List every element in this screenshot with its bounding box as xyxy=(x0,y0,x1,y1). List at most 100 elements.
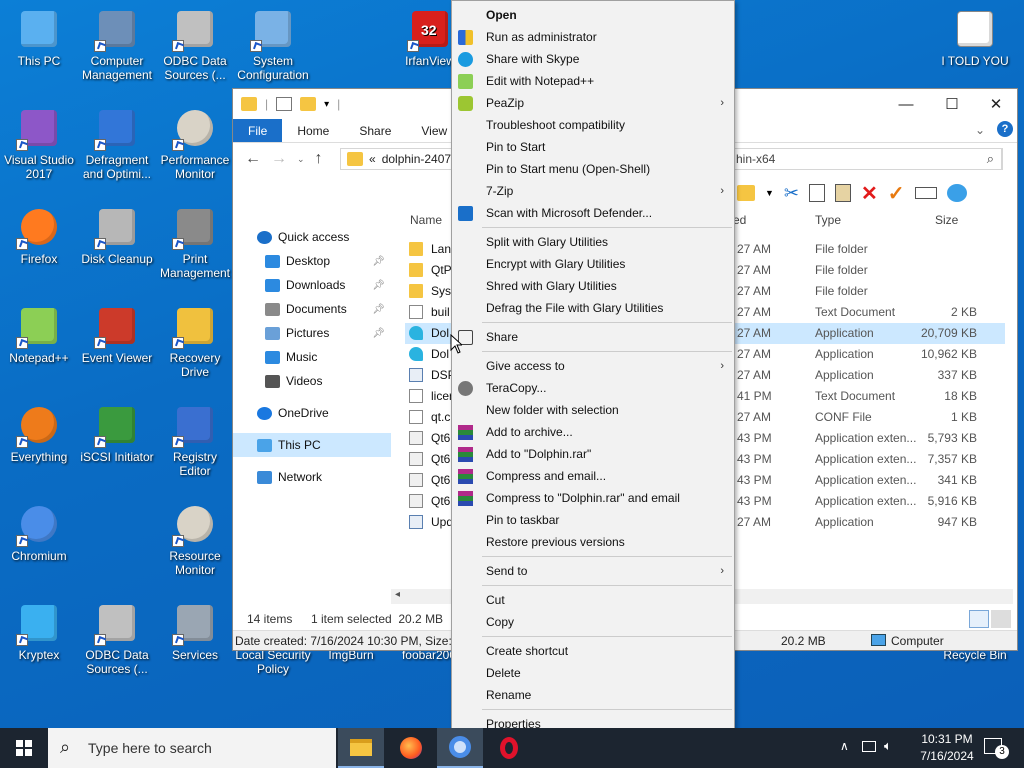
column-name[interactable]: Name xyxy=(410,213,442,227)
desktop-icon-pc[interactable]: This PC xyxy=(0,8,78,68)
minimize-button[interactable]: — xyxy=(883,89,929,119)
menu-item-restore-previous-versions[interactable]: Restore previous versions xyxy=(452,531,734,553)
desktop-icon-resource-monitor[interactable]: Resource Monitor xyxy=(156,503,234,577)
shell-icon[interactable] xyxy=(946,184,967,202)
desktop-icon-notepadpp[interactable]: Notepad++ xyxy=(0,305,78,365)
menu-item-encrypt-with-glary-utilities[interactable]: Encrypt with Glary Utilities xyxy=(452,253,734,275)
desktop-icon-visual-studio[interactable]: Visual Studio 2017 xyxy=(0,107,78,181)
menu-item-add-to-dolphin-rar[interactable]: Add to "Dolphin.rar" xyxy=(452,443,734,465)
desktop-icon-chromium[interactable]: Chromium xyxy=(0,503,78,563)
tab-home[interactable]: Home xyxy=(282,119,344,142)
menu-item-shred-with-glary-utilities[interactable]: Shred with Glary Utilities xyxy=(452,275,734,297)
menu-item-run-as-administrator[interactable]: Run as administrator xyxy=(452,26,734,48)
menu-item-new-folder-with-selection[interactable]: New folder with selection xyxy=(452,399,734,421)
column-type[interactable]: Type xyxy=(815,213,841,227)
delete-icon[interactable]: ✕ xyxy=(861,181,878,206)
menu-item-troubleshoot-compatibility[interactable]: Troubleshoot compatibility xyxy=(452,114,734,136)
pin-icon[interactable]: 📌︎ xyxy=(372,280,385,291)
nav-item-downloads[interactable]: Downloads 📌︎ xyxy=(233,273,391,297)
menu-item-send-to[interactable]: Send to › xyxy=(452,560,734,582)
taskbar-firefox[interactable] xyxy=(388,728,434,768)
nav-item-quick-access[interactable]: Quick access xyxy=(233,225,391,249)
menu-item-delete[interactable]: Delete xyxy=(452,662,734,684)
desktop-icon-firefox[interactable]: Firefox xyxy=(0,206,78,266)
pin-icon[interactable]: 📌︎ xyxy=(372,256,385,267)
tab-share[interactable]: Share xyxy=(344,119,406,142)
view-details-icon[interactable] xyxy=(969,610,989,628)
close-button[interactable]: ✕ xyxy=(973,89,1019,119)
desktop-icon-print-management[interactable]: Print Management xyxy=(156,206,234,280)
nav-item-music[interactable]: Music xyxy=(233,345,391,369)
menu-item-open[interactable]: Open xyxy=(452,4,734,26)
view-large-icons-icon[interactable] xyxy=(991,610,1011,628)
desktop-icon-disk-cleanup[interactable]: Disk Cleanup xyxy=(78,206,156,266)
menu-item-split-with-glary-utilities[interactable]: Split with Glary Utilities xyxy=(452,231,734,253)
desktop-icon-recovery-drive[interactable]: Recovery Drive xyxy=(156,305,234,379)
menu-item-defrag-the-file-with-glary-utilities[interactable]: Defrag the File with Glary Utilities xyxy=(452,297,734,319)
tray-chevron-icon[interactable]: ∧ xyxy=(840,739,849,753)
desktop-icon-computer-management[interactable]: Computer Management xyxy=(78,8,156,82)
pin-icon[interactable]: 📌︎ xyxy=(372,304,385,315)
menu-item-peazip[interactable]: PeaZip › xyxy=(452,92,734,114)
desktop-icon-odbc[interactable]: ODBC Data Sources (... xyxy=(78,602,156,676)
menu-item-create-shortcut[interactable]: Create shortcut xyxy=(452,640,734,662)
taskbar-search[interactable]: ⌕ Type here to search xyxy=(48,728,336,768)
address-overflow[interactable]: « xyxy=(369,152,376,166)
folder-icon[interactable] xyxy=(737,185,755,201)
menu-item-pin-to-start[interactable]: Pin to Start xyxy=(452,136,734,158)
menu-item-compress-to-dolphin-rar-and-email[interactable]: Compress to "Dolphin.rar" and email xyxy=(452,487,734,509)
help-icon[interactable]: ? xyxy=(997,121,1013,137)
start-button[interactable] xyxy=(0,728,48,768)
nav-item-onedrive[interactable]: OneDrive xyxy=(233,401,391,425)
menu-item-edit-with-notepad[interactable]: Edit with Notepad++ xyxy=(452,70,734,92)
column-size[interactable]: Size xyxy=(935,213,958,227)
search-box[interactable]: hin-x64 ⌕ xyxy=(731,148,1003,170)
cut-icon[interactable]: ✂ xyxy=(784,183,799,204)
desktop-icon-event-viewer[interactable]: Event Viewer xyxy=(78,305,156,365)
taskbar-file-explorer[interactable] xyxy=(338,728,384,768)
network-icon[interactable] xyxy=(862,741,876,752)
tab-file[interactable]: File xyxy=(233,119,283,142)
menu-item-teracopy[interactable]: TeraCopy... xyxy=(452,377,734,399)
menu-item-7-zip[interactable]: 7-Zip › xyxy=(452,180,734,202)
menu-item-give-access-to[interactable]: Give access to › xyxy=(452,355,734,377)
nav-item-this-pc[interactable]: This PC xyxy=(233,433,391,457)
nav-item-network[interactable]: Network xyxy=(233,465,391,489)
taskbar-chromium[interactable] xyxy=(437,728,483,768)
customize-toolbar-icon[interactable]: ▾ xyxy=(324,99,329,110)
menu-item-share-with-skype[interactable]: Share with Skype xyxy=(452,48,734,70)
menu-item-cut[interactable]: Cut xyxy=(452,589,734,611)
rename-icon[interactable] xyxy=(914,187,937,199)
desktop-icon-text-file[interactable]: I TOLD YOU xyxy=(936,8,1014,68)
column-date-modified[interactable]: ed xyxy=(733,213,746,227)
desktop-icon-odbc[interactable]: ODBC Data Sources (... xyxy=(156,8,234,82)
properties-icon[interactable] xyxy=(276,97,293,111)
scroll-left-icon[interactable]: ◂ xyxy=(395,589,400,600)
menu-item-copy[interactable]: Copy xyxy=(452,611,734,633)
menu-item-scan-with-microsoft-defender[interactable]: Scan with Microsoft Defender... xyxy=(452,202,734,224)
desktop-icon-registry[interactable]: Registry Editor xyxy=(156,404,234,478)
copy-icon[interactable] xyxy=(809,184,826,202)
volume-muted-icon[interactable]: 🔈︎ xyxy=(884,738,892,754)
clock-time[interactable]: 10:31 PM xyxy=(912,732,982,746)
up-icon[interactable]: ↑ xyxy=(315,150,323,168)
menu-item-pin-to-taskbar[interactable]: Pin to taskbar xyxy=(452,509,734,531)
menu-item-add-to-archive[interactable]: Add to archive... xyxy=(452,421,734,443)
nav-item-videos[interactable]: Videos xyxy=(233,369,391,393)
maximize-button[interactable]: ☐ xyxy=(929,89,975,119)
dropdown-icon[interactable]: ▼ xyxy=(765,188,774,198)
desktop-icon-kryptex[interactable]: Kryptex xyxy=(0,602,78,662)
desktop-icon-defrag[interactable]: Defragment and Optimi... xyxy=(78,107,156,181)
nav-item-desktop[interactable]: Desktop 📌︎ xyxy=(233,249,391,273)
nav-item-documents[interactable]: Documents 📌︎ xyxy=(233,297,391,321)
menu-item-share[interactable]: Share xyxy=(452,326,734,348)
menu-item-pin-to-start-menu-open-shell[interactable]: Pin to Start menu (Open-Shell) xyxy=(452,158,734,180)
desktop-icon-everything[interactable]: Everything xyxy=(0,404,78,464)
new-folder-icon[interactable] xyxy=(300,97,317,111)
taskbar-opera[interactable] xyxy=(486,728,532,768)
menu-item-compress-and-email[interactable]: Compress and email... xyxy=(452,465,734,487)
ribbon-expand-icon[interactable]: ⌄ xyxy=(975,123,985,137)
clock-date[interactable]: 7/16/2024 xyxy=(912,749,982,763)
forward-icon[interactable]: → xyxy=(271,150,287,168)
nav-item-pictures[interactable]: Pictures 📌︎ xyxy=(233,321,391,345)
